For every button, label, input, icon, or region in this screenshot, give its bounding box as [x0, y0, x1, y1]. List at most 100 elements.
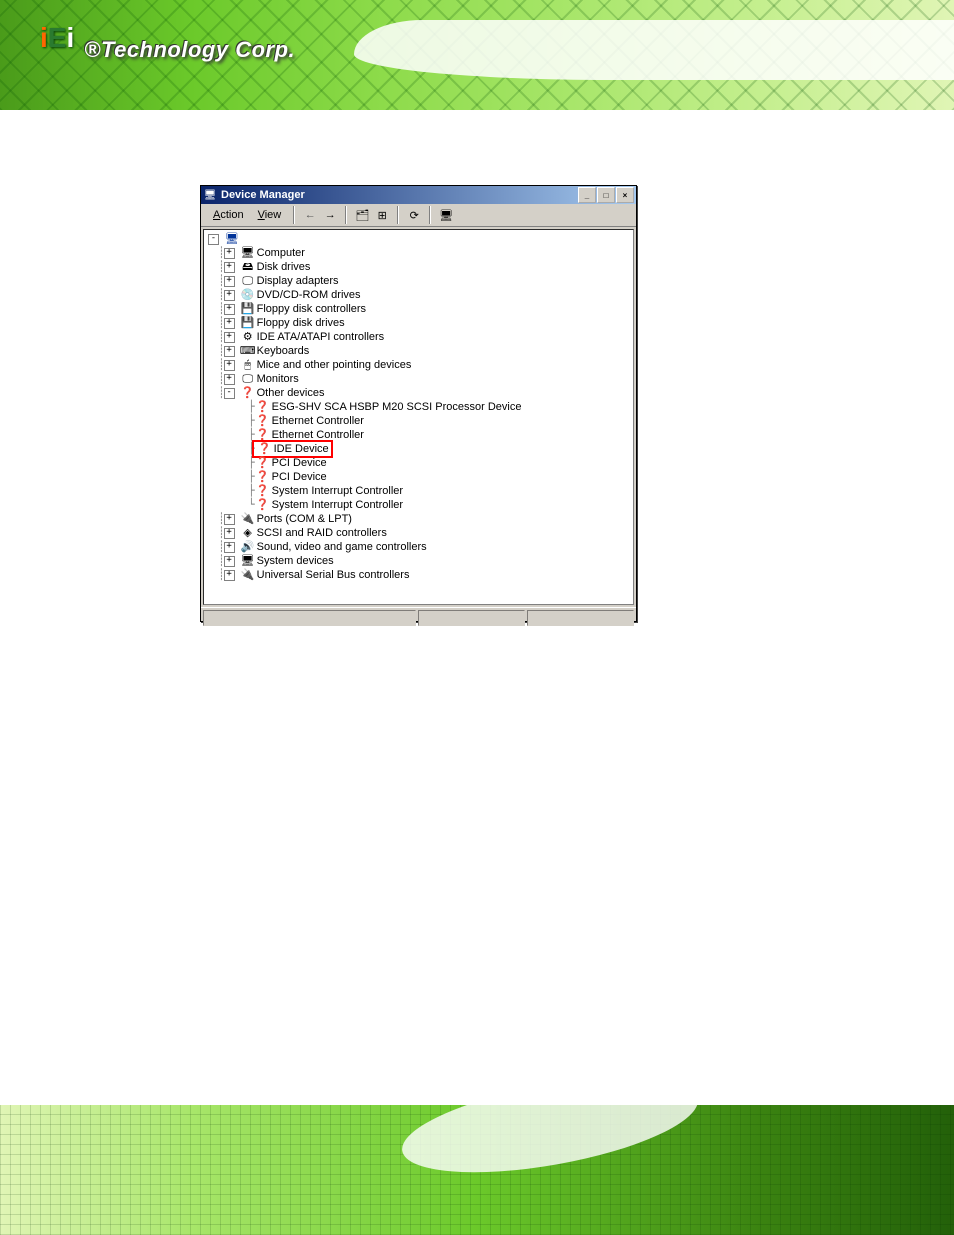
device-icon: ◈ [241, 526, 255, 540]
toolbar-button-2[interactable]: ⊞ [373, 206, 391, 224]
statusbar [201, 607, 636, 630]
unknown-device-icon: ❓ [256, 456, 270, 470]
expand-icon[interactable]: + [224, 262, 235, 273]
expand-icon[interactable]: + [224, 360, 235, 371]
tree-child-item[interactable]: ├❓Ethernet Controller [208, 414, 633, 428]
top-banner: iEi ®Technology Corp. [0, 0, 954, 110]
expand-icon[interactable]: + [224, 374, 235, 385]
device-icon: ⚙ [241, 330, 255, 344]
toolbar-separator [397, 206, 399, 224]
expand-icon[interactable]: + [224, 304, 235, 315]
tree-child-item[interactable]: ├❓System Interrupt Controller [208, 484, 633, 498]
tree-child-item[interactable]: ├❓ESG-SHV SCA HSBP M20 SCSI Processor De… [208, 400, 633, 414]
tree-item[interactable]: ┊+🔌Ports (COM & LPT) [208, 512, 633, 526]
expand-icon[interactable]: + [224, 542, 235, 553]
device-icon: 🖱 [241, 358, 255, 372]
device-icon: ❓ [241, 386, 255, 400]
tree-item-label: System Interrupt Controller [272, 498, 403, 512]
device-icon: ⌨ [241, 344, 255, 358]
maximize-button[interactable]: □ [597, 187, 615, 203]
tree-item[interactable]: ┊+🖵Monitors [208, 372, 633, 386]
collapse-icon[interactable]: - [208, 234, 219, 245]
expand-icon[interactable]: + [224, 332, 235, 343]
forward-button[interactable]: → [321, 206, 339, 224]
tree-item-label: PCI Device [272, 470, 327, 484]
device-icon: 🖥 [241, 246, 255, 260]
minimize-button[interactable]: _ [578, 187, 596, 203]
logo: iEi ®Technology Corp. [40, 25, 295, 63]
tree-item-label: Mice and other pointing devices [257, 358, 412, 372]
tree-item-label: Computer [257, 246, 305, 260]
status-panel-2 [418, 610, 525, 626]
tree-item[interactable]: ┊+💾Floppy disk drives [208, 316, 633, 330]
status-panel-3 [527, 610, 634, 626]
tree-item[interactable]: ┊+🔊Sound, video and game controllers [208, 540, 633, 554]
toolbar-separator [293, 206, 295, 224]
tree-item[interactable]: ┊+🖥Computer [208, 246, 633, 260]
expand-icon[interactable]: + [224, 290, 235, 301]
menu-action[interactable]: Action [207, 207, 250, 223]
refresh-button[interactable]: ⟳ [405, 206, 423, 224]
toolbar-button-1[interactable]: 🗂 [353, 206, 371, 224]
tree-item-label: DVD/CD-ROM drives [257, 288, 361, 302]
tree-item-label: IDE ATA/ATAPI controllers [257, 330, 385, 344]
tree-item-label: Floppy disk drives [257, 316, 345, 330]
expand-icon[interactable]: + [224, 248, 235, 259]
tree-item[interactable]: ┊+🖵Display adapters [208, 274, 633, 288]
properties-button[interactable]: 🖥 [437, 206, 455, 224]
tree-item-label: Sound, video and game controllers [257, 540, 427, 554]
titlebar[interactable]: 🖥 Device Manager _ □ × [201, 186, 636, 204]
tree-item[interactable]: ┊-❓Other devices [208, 386, 633, 400]
device-icon: 🔌 [241, 568, 255, 582]
expand-icon[interactable]: + [224, 556, 235, 567]
tree-item-label: IDE Device [274, 442, 329, 456]
unknown-device-icon: ❓ [256, 470, 270, 484]
tree-item[interactable]: ┊+🖱Mice and other pointing devices [208, 358, 633, 372]
tree-item-label: PCI Device [272, 456, 327, 470]
expand-icon[interactable]: + [224, 514, 235, 525]
expand-icon[interactable]: + [224, 276, 235, 287]
tree-child-item[interactable]: ├❓PCI Device [208, 470, 633, 484]
tree-child-item[interactable]: └❓System Interrupt Controller [208, 498, 633, 512]
collapse-icon[interactable]: - [224, 388, 235, 399]
tree-item-label: Other devices [257, 386, 325, 400]
device-tree[interactable]: -🖥┊+🖥Computer┊+🖴Disk drives┊+🖵Display ad… [203, 229, 634, 605]
banner-swoosh-bottom [395, 1105, 704, 1190]
tree-item-label: Floppy disk controllers [257, 302, 366, 316]
expand-icon[interactable]: + [224, 570, 235, 581]
window-controls: _ □ × [578, 187, 634, 203]
unknown-device-icon: ❓ [258, 442, 272, 456]
toolbar-separator [345, 206, 347, 224]
tree-item[interactable]: ┊+🔌Universal Serial Bus controllers [208, 568, 633, 582]
tree-item-label: Keyboards [257, 344, 310, 358]
tree-root[interactable]: -🖥 [208, 232, 633, 246]
device-icon: 🖴 [241, 260, 255, 274]
status-panel-1 [203, 610, 416, 626]
bottom-banner [0, 1105, 954, 1235]
logo-mark: iEi [40, 25, 74, 50]
tree-item[interactable]: ┊+🖥System devices [208, 554, 633, 568]
tree-item[interactable]: ┊+⌨Keyboards [208, 344, 633, 358]
tree-item[interactable]: ┊+💿DVD/CD-ROM drives [208, 288, 633, 302]
expand-icon[interactable]: + [224, 528, 235, 539]
close-button[interactable]: × [616, 187, 634, 203]
back-button[interactable]: ← [301, 206, 319, 224]
tree-item-label: System devices [257, 554, 334, 568]
tree-item[interactable]: ┊+⚙IDE ATA/ATAPI controllers [208, 330, 633, 344]
expand-icon[interactable]: + [224, 318, 235, 329]
tree-child-item[interactable]: ├❓IDE Device [208, 442, 633, 456]
menu-view[interactable]: View [252, 207, 288, 223]
expand-icon[interactable]: + [224, 346, 235, 357]
tree-child-item[interactable]: ├❓PCI Device [208, 456, 633, 470]
tree-item-label: Disk drives [257, 260, 311, 274]
tree-item[interactable]: ┊+◈SCSI and RAID controllers [208, 526, 633, 540]
device-manager-window: 🖥 Device Manager _ □ × Action View ← → 🗂… [200, 185, 637, 622]
tree-item-label: ESG-SHV SCA HSBP M20 SCSI Processor Devi… [272, 400, 522, 414]
device-icon: 💾 [241, 316, 255, 330]
unknown-device-icon: ❓ [256, 414, 270, 428]
device-icon: 🔌 [241, 512, 255, 526]
unknown-device-icon: ❓ [256, 400, 270, 414]
tree-item[interactable]: ┊+🖴Disk drives [208, 260, 633, 274]
tree-item[interactable]: ┊+💾Floppy disk controllers [208, 302, 633, 316]
window-title: Device Manager [221, 189, 578, 201]
